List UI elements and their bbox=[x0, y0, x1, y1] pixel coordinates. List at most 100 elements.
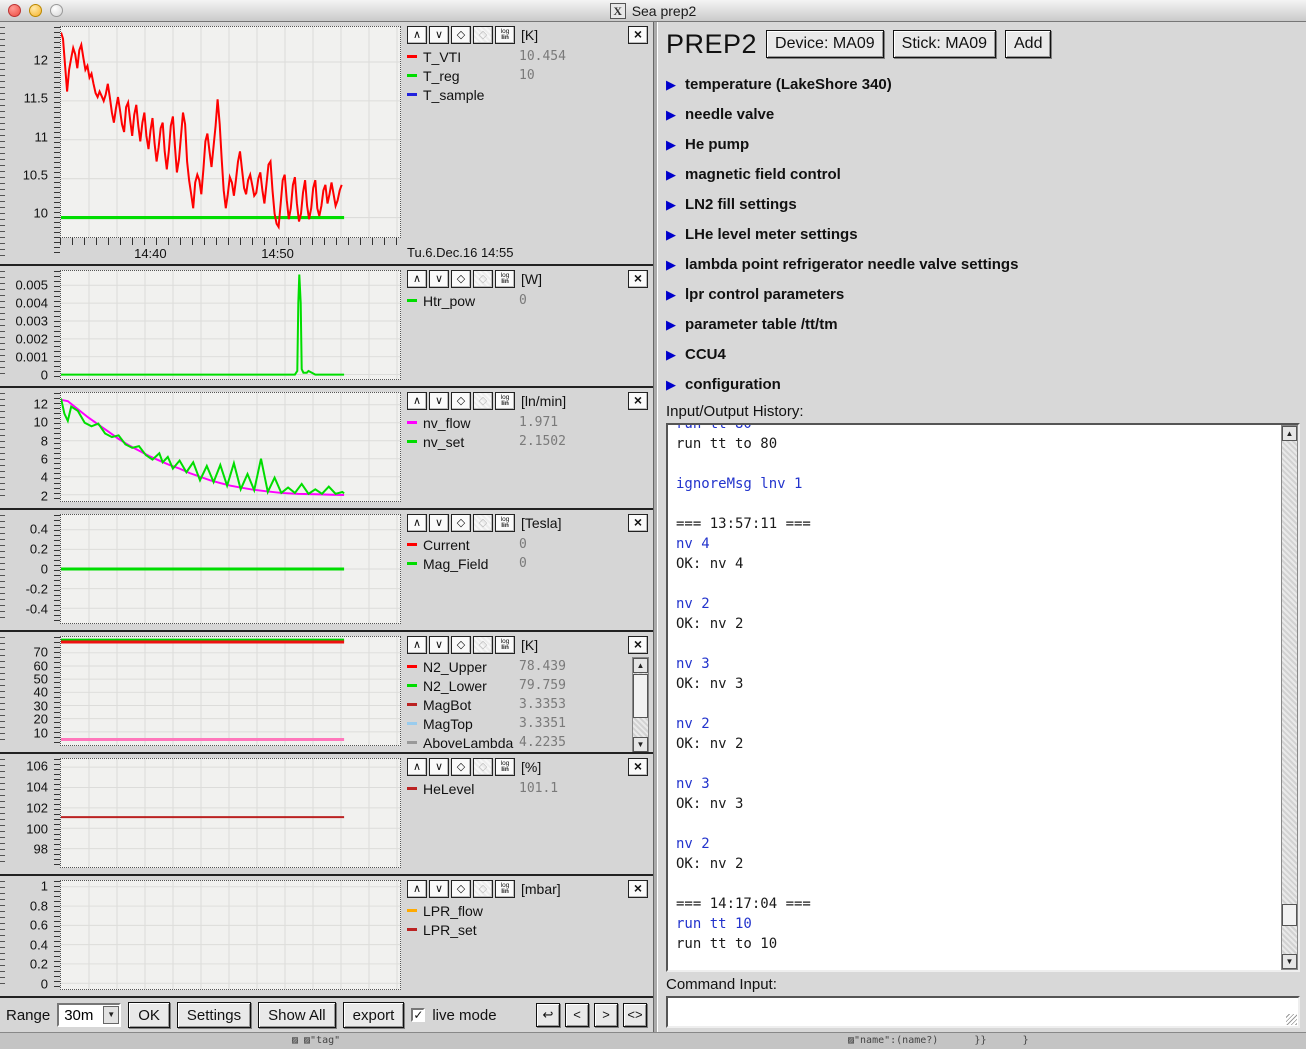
down-arrow-button[interactable]: ∨ bbox=[429, 880, 449, 898]
legend-row[interactable]: Htr_pow0 bbox=[407, 291, 649, 310]
section-item-3[interactable]: ▶magnetic field control bbox=[666, 159, 1300, 189]
scrollbar-thumb[interactable] bbox=[633, 674, 648, 718]
pan-left-button[interactable]: < bbox=[565, 1003, 589, 1027]
close-panel-button[interactable]: × bbox=[628, 758, 648, 776]
up-arrow-button[interactable]: ∧ bbox=[407, 392, 427, 410]
legend-row[interactable]: Mag_Field0 bbox=[407, 554, 649, 573]
scroll-up-icon[interactable]: ▲ bbox=[633, 658, 648, 673]
resize-grip-icon[interactable] bbox=[1286, 1014, 1297, 1025]
plot-area[interactable] bbox=[60, 26, 401, 238]
io-history-terminal[interactable]: run tt 80run tt to 80 ignoreMsg lnv 1 ==… bbox=[666, 423, 1300, 972]
section-item-0[interactable]: ▶temperature (LakeShore 340) bbox=[666, 69, 1300, 99]
settings-button[interactable]: Settings bbox=[177, 1002, 251, 1028]
plot-area[interactable] bbox=[60, 636, 401, 746]
zoom-diamond-button[interactable]: ◇ bbox=[451, 514, 471, 532]
down-arrow-button[interactable]: ∨ bbox=[429, 270, 449, 288]
close-window-button[interactable] bbox=[8, 4, 21, 17]
close-panel-button[interactable]: × bbox=[628, 636, 648, 654]
zoom-window-button[interactable] bbox=[50, 4, 63, 17]
section-item-4[interactable]: ▶LN2 fill settings bbox=[666, 189, 1300, 219]
scrollbar-thumb[interactable] bbox=[1282, 904, 1297, 926]
expand-range-button[interactable]: <> bbox=[623, 1003, 647, 1027]
legend-row[interactable]: AboveLambda4.2235 bbox=[407, 733, 632, 752]
close-panel-button[interactable]: × bbox=[628, 514, 648, 532]
legend-row[interactable]: LPR_set bbox=[407, 920, 649, 939]
legend-row[interactable]: N2_Lower79.759 bbox=[407, 676, 632, 695]
add-button[interactable]: Add bbox=[1005, 30, 1051, 58]
stick-button[interactable]: Stick: MA09 bbox=[893, 30, 996, 58]
legend-row[interactable]: T_VTI10.454 bbox=[407, 47, 649, 66]
log-lin-toggle-button[interactable]: loglin bbox=[495, 270, 515, 288]
log-lin-toggle-button[interactable]: loglin bbox=[495, 514, 515, 532]
log-lin-toggle-button[interactable]: loglin bbox=[495, 758, 515, 776]
close-panel-button[interactable]: × bbox=[628, 392, 648, 410]
terminal-line: OK: nv 2 bbox=[676, 614, 1273, 634]
device-button[interactable]: Device: MA09 bbox=[766, 30, 884, 58]
zoom-diamond-button[interactable]: ◇ bbox=[451, 392, 471, 410]
section-item-6[interactable]: ▶lambda point refrigerator needle valve … bbox=[666, 249, 1300, 279]
section-item-7[interactable]: ▶lpr control parameters bbox=[666, 279, 1300, 309]
command-input[interactable] bbox=[668, 998, 1298, 1026]
close-panel-button[interactable]: × bbox=[628, 270, 648, 288]
scroll-down-icon[interactable]: ▼ bbox=[633, 737, 648, 752]
pan-right-button[interactable]: > bbox=[594, 1003, 618, 1027]
up-arrow-button[interactable]: ∧ bbox=[407, 26, 427, 44]
log-lin-toggle-button[interactable]: loglin bbox=[495, 392, 515, 410]
chevron-down-icon[interactable]: ▼ bbox=[103, 1006, 119, 1024]
zoom-diamond-button[interactable]: ◇ bbox=[451, 26, 471, 44]
legend-scrollbar[interactable]: ▲▼ bbox=[632, 657, 649, 753]
down-arrow-button[interactable]: ∨ bbox=[429, 392, 449, 410]
up-arrow-button[interactable]: ∧ bbox=[407, 514, 427, 532]
down-arrow-button[interactable]: ∨ bbox=[429, 636, 449, 654]
section-item-9[interactable]: ▶CCU4 bbox=[666, 339, 1300, 369]
legend-row[interactable]: Current0 bbox=[407, 535, 649, 554]
up-arrow-button[interactable]: ∧ bbox=[407, 636, 427, 654]
section-item-5[interactable]: ▶LHe level meter settings bbox=[666, 219, 1300, 249]
up-arrow-button[interactable]: ∧ bbox=[407, 880, 427, 898]
scroll-down-icon[interactable]: ▼ bbox=[1282, 954, 1297, 969]
down-arrow-button[interactable]: ∨ bbox=[429, 758, 449, 776]
plot-area[interactable] bbox=[60, 880, 401, 990]
range-select[interactable]: 30m ▼ bbox=[57, 1003, 121, 1027]
terminal-scrollbar[interactable]: ▲ ▼ bbox=[1281, 425, 1298, 970]
scroll-up-icon[interactable]: ▲ bbox=[1282, 426, 1297, 441]
down-arrow-button[interactable]: ∨ bbox=[429, 514, 449, 532]
section-label: LN2 fill settings bbox=[685, 196, 797, 213]
ok-button[interactable]: OK bbox=[128, 1002, 170, 1028]
log-lin-toggle-button[interactable]: loglin bbox=[495, 636, 515, 654]
legend-row[interactable]: MagBot3.3353 bbox=[407, 695, 632, 714]
plot-area[interactable] bbox=[60, 758, 401, 868]
plot-area[interactable] bbox=[60, 270, 401, 380]
log-lin-toggle-button[interactable]: loglin bbox=[495, 26, 515, 44]
legend-row[interactable]: LPR_flow bbox=[407, 901, 649, 920]
section-item-10[interactable]: ▶configuration bbox=[666, 369, 1300, 399]
zoom-diamond-button[interactable]: ◇ bbox=[451, 880, 471, 898]
reset-zoom-button[interactable]: ↩ bbox=[536, 1003, 560, 1027]
plot-area[interactable] bbox=[60, 514, 401, 624]
zoom-diamond-button[interactable]: ◇ bbox=[451, 758, 471, 776]
down-arrow-button[interactable]: ∨ bbox=[429, 26, 449, 44]
log-lin-toggle-button[interactable]: loglin bbox=[495, 880, 515, 898]
legend-row[interactable]: HeLevel101.1 bbox=[407, 779, 649, 798]
legend-row[interactable]: T_reg10 bbox=[407, 66, 649, 85]
live-mode-checkbox[interactable]: ✓ bbox=[411, 1008, 425, 1022]
section-item-1[interactable]: ▶needle valve bbox=[666, 99, 1300, 129]
up-arrow-button[interactable]: ∧ bbox=[407, 758, 427, 776]
terminal-line: OK: nv 3 bbox=[676, 674, 1273, 694]
zoom-diamond-button[interactable]: ◇ bbox=[451, 636, 471, 654]
zoom-diamond-button[interactable]: ◇ bbox=[451, 270, 471, 288]
legend-row[interactable]: nv_flow1.971 bbox=[407, 413, 649, 432]
legend-row[interactable]: T_sample bbox=[407, 85, 649, 104]
up-arrow-button[interactable]: ∧ bbox=[407, 270, 427, 288]
section-item-8[interactable]: ▶parameter table /tt/tm bbox=[666, 309, 1300, 339]
close-panel-button[interactable]: × bbox=[628, 26, 648, 44]
section-item-2[interactable]: ▶He pump bbox=[666, 129, 1300, 159]
minimize-window-button[interactable] bbox=[29, 4, 42, 17]
plot-area[interactable] bbox=[60, 392, 401, 502]
show-all-button[interactable]: Show All bbox=[258, 1002, 336, 1028]
export-button[interactable]: export bbox=[343, 1002, 405, 1028]
legend-row[interactable]: MagTop3.3351 bbox=[407, 714, 632, 733]
close-panel-button[interactable]: × bbox=[628, 880, 648, 898]
legend-row[interactable]: nv_set2.1502 bbox=[407, 432, 649, 451]
legend-row[interactable]: N2_Upper78.439 bbox=[407, 657, 632, 676]
